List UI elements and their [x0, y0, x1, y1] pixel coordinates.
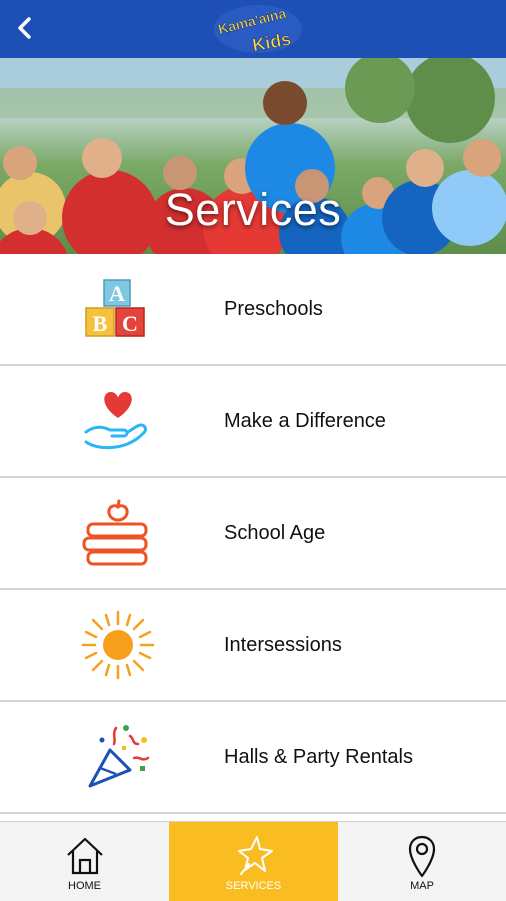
heart-hand-icon — [84, 392, 148, 449]
tab-label: MAP — [410, 880, 434, 892]
service-item-halls-party-rentals[interactable]: Halls & Party Rentals — [0, 702, 506, 814]
service-item-make-a-difference[interactable]: Make a Difference — [0, 366, 506, 478]
tab-map[interactable]: MAP — [338, 822, 506, 901]
service-label: Preschools — [224, 298, 323, 320]
bottom-tab-bar: HOME SERVICES MAP — [0, 821, 506, 901]
books-apple-icon — [82, 499, 148, 566]
tab-label: SERVICES — [225, 880, 282, 892]
service-item-school-age[interactable]: School Age — [0, 478, 506, 590]
page-title: Services — [164, 184, 342, 235]
tab-home[interactable]: HOME — [0, 822, 169, 901]
top-bar: Kama'aina Kids — [0, 0, 506, 58]
service-label: Make a Difference — [224, 410, 386, 432]
home-icon — [67, 837, 103, 875]
sun-icon — [81, 610, 155, 680]
service-item-preschools[interactable]: A B C Preschools — [0, 254, 506, 366]
tab-label: HOME — [68, 880, 101, 892]
app-logo: Kama'aina Kids — [214, 4, 302, 56]
party-popper-icon — [88, 725, 150, 788]
services-list: A B C Preschools Make a Difference Schoo… — [0, 254, 506, 814]
service-label: School Age — [224, 522, 326, 544]
service-item-intersessions[interactable]: Intersessions — [0, 590, 506, 702]
hero-banner: Services — [0, 58, 506, 254]
service-label: Halls & Party Rentals — [224, 746, 413, 768]
svg-text:B: B — [93, 311, 108, 336]
svg-text:A: A — [109, 281, 125, 306]
star-icon — [238, 836, 273, 875]
chevron-left-icon[interactable] — [10, 13, 40, 43]
map-pin-icon — [408, 835, 436, 878]
svg-text:C: C — [122, 311, 138, 336]
abc-blocks-icon: A B C — [85, 279, 145, 337]
tab-services[interactable]: SERVICES — [169, 822, 338, 901]
service-label: Intersessions — [224, 634, 342, 656]
